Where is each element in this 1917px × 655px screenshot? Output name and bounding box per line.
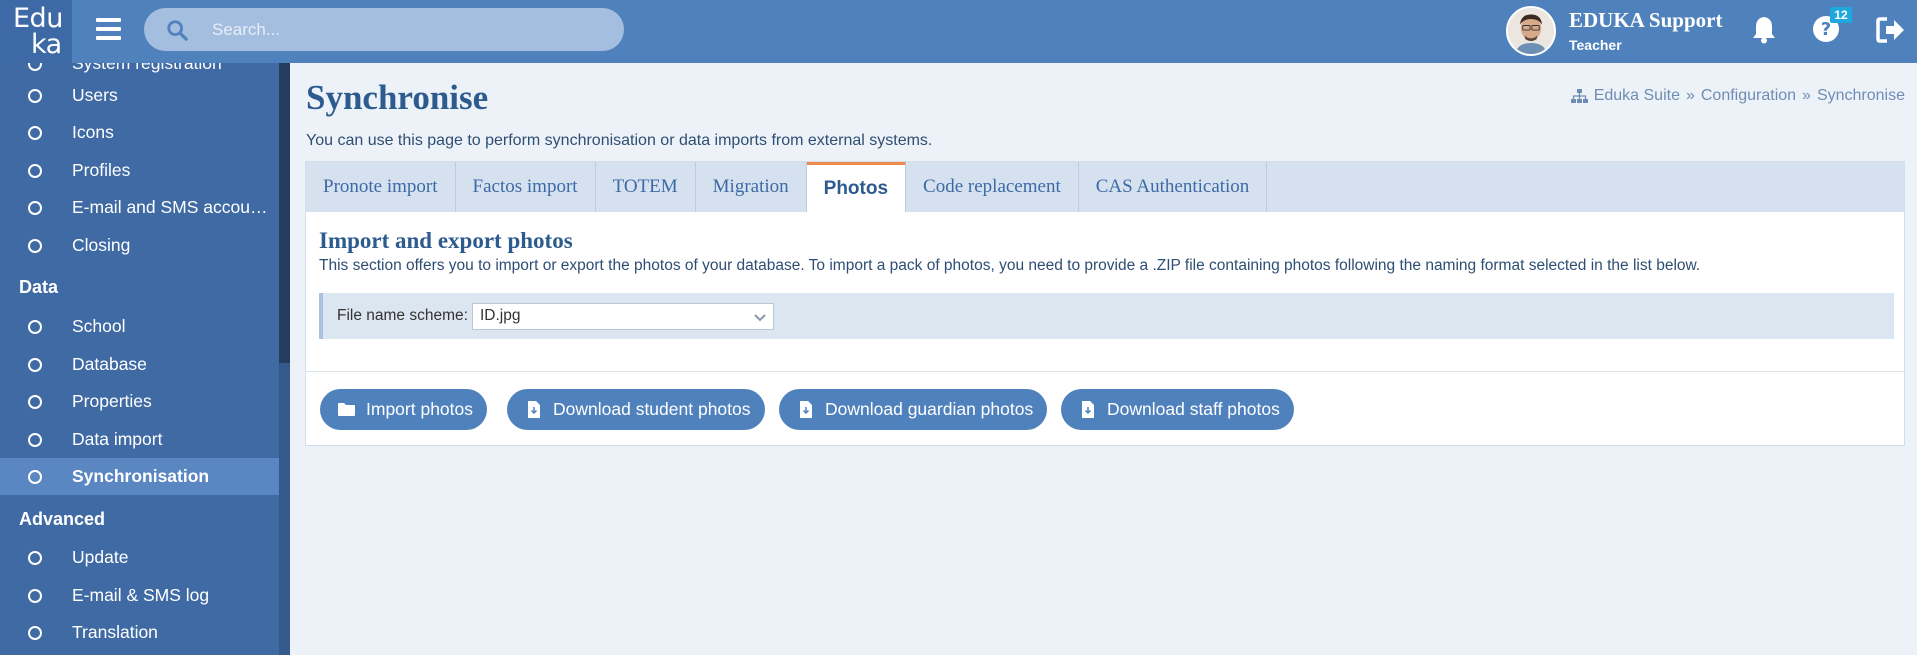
- search-box: [144, 8, 624, 51]
- page-subtitle: You can use this page to perform synchro…: [306, 132, 933, 149]
- file-name-scheme-row: File name scheme: ID.jpg: [319, 293, 1894, 339]
- tab-totem[interactable]: TOTEM: [596, 162, 696, 212]
- eduka-logo[interactable]: Edu ka: [0, 0, 72, 63]
- tab-pronote-import[interactable]: Pronote import: [306, 162, 456, 212]
- bell-icon[interactable]: [1750, 14, 1778, 44]
- breadcrumb: Eduka Suite » Configuration » Synchronis…: [1570, 87, 1905, 105]
- circle-icon: [28, 469, 42, 484]
- breadcrumb-link-configuration[interactable]: Configuration: [1701, 87, 1796, 105]
- sidebar-item-label: Closing: [72, 235, 131, 255]
- user-name[interactable]: EDUKA Support: [1569, 8, 1722, 33]
- sidebar-item-label: Database: [72, 354, 147, 374]
- circle-icon: [28, 357, 42, 372]
- breadcrumb-current: Synchronise: [1816, 87, 1905, 104]
- download-student-photos-button[interactable]: Download student photos: [507, 389, 765, 430]
- page-title: Synchronise: [306, 78, 489, 117]
- sitemap-icon: [1570, 88, 1588, 103]
- menu-icon[interactable]: [96, 18, 121, 42]
- circle-icon: [28, 63, 42, 71]
- logo-line-2: ka: [31, 29, 62, 60]
- sidebar-item-label: Update: [72, 547, 129, 567]
- sidebar-item-update[interactable]: Update: [0, 539, 279, 576]
- sidebar-item-label: Synchronisation: [72, 466, 210, 486]
- tab-cas-authentication[interactable]: CAS Authentication: [1079, 162, 1268, 212]
- file-download-icon: [1082, 401, 1094, 418]
- sidebar-item-label: E-mail & SMS log: [72, 585, 210, 605]
- divider: [306, 371, 1904, 372]
- sidebar-item-label: School: [72, 316, 126, 336]
- selected-value: ID.jpg: [479, 307, 521, 324]
- tab-factos-import[interactable]: Factos import: [456, 162, 596, 212]
- sidebar-item-school[interactable]: School: [0, 308, 279, 345]
- sidebar-item-email-sms-accounts[interactable]: E-mail and SMS accounts: [0, 189, 279, 226]
- breadcrumb-separator: »: [1802, 87, 1811, 104]
- circle-icon: [28, 550, 42, 565]
- sidebar-header-advanced: Advanced: [19, 509, 106, 529]
- sidebar-item-database[interactable]: Database: [0, 346, 279, 383]
- circle-icon: [28, 319, 42, 334]
- circle-icon: [28, 163, 42, 178]
- circle-icon: [28, 588, 42, 603]
- tab-code-replacement[interactable]: Code replacement: [906, 162, 1079, 212]
- circle-icon: [28, 625, 42, 640]
- sidebar-item-properties[interactable]: Properties: [0, 383, 279, 420]
- section-title: Import and export photos: [319, 228, 573, 253]
- notification-badge: 12: [1830, 7, 1852, 23]
- import-photos-button[interactable]: Import photos: [320, 389, 487, 430]
- top-bar: Edu ka EDUKA Support Teacher ? 12: [0, 0, 1917, 63]
- circle-icon: [28, 200, 42, 215]
- sidebar-item-label: Users: [72, 85, 118, 105]
- breadcrumb-link-suite[interactable]: Eduka Suite: [1594, 87, 1680, 105]
- sidebar-scrollbar[interactable]: [279, 63, 290, 363]
- download-staff-photos-button[interactable]: Download staff photos: [1061, 389, 1294, 430]
- button-label: Import photos: [366, 399, 473, 419]
- section-description: This section offers you to import or exp…: [319, 257, 1701, 274]
- sidebar-item-label: E-mail and SMS accounts: [72, 197, 272, 217]
- circle-icon: [28, 88, 42, 103]
- sidebar-item-label: System registration: [72, 63, 222, 73]
- file-download-icon: [528, 401, 540, 418]
- file-name-scheme-label: File name scheme:: [337, 307, 468, 324]
- search-icon[interactable]: [166, 19, 188, 41]
- chevron-down-icon: [754, 313, 766, 321]
- sidebar-item-profiles[interactable]: Profiles: [0, 152, 279, 189]
- sidebar-header-data: Data: [19, 277, 59, 297]
- breadcrumb-separator: »: [1685, 87, 1695, 104]
- user-role: Teacher: [1569, 37, 1622, 53]
- sidebar-item-email-sms-log[interactable]: E-mail & SMS log: [0, 577, 279, 614]
- sidebar-item-label: Icons: [72, 122, 114, 142]
- circle-icon: [28, 432, 42, 447]
- button-label: Download student photos: [553, 399, 751, 419]
- tab-bar: Pronote import Factos import TOTEM Migra…: [306, 162, 1904, 212]
- file-name-scheme-select[interactable]: ID.jpg: [471, 302, 774, 330]
- tab-migration[interactable]: Migration: [696, 162, 807, 212]
- circle-icon: [28, 125, 42, 140]
- circle-icon: [28, 238, 42, 253]
- tab-photos[interactable]: Photos: [806, 162, 907, 212]
- tab-panel: Pronote import Factos import TOTEM Migra…: [305, 161, 1905, 446]
- sidebar-item-users[interactable]: Users: [0, 77, 279, 114]
- button-label: Download staff photos: [1107, 399, 1280, 419]
- avatar[interactable]: [1506, 6, 1556, 56]
- sidebar-item-synchronisation[interactable]: Synchronisation: [0, 458, 279, 495]
- sidebar-item-icons[interactable]: Icons: [0, 114, 279, 151]
- sidebar-item-data-import[interactable]: Data import: [0, 421, 279, 458]
- sidebar-item-label: Translation: [72, 622, 158, 642]
- circle-icon: [28, 394, 42, 409]
- logout-icon[interactable]: [1876, 16, 1906, 44]
- sidebar-item-closing[interactable]: Closing: [0, 227, 279, 264]
- sidebar: System registration Users Icons Profiles…: [0, 63, 290, 655]
- file-download-icon: [800, 401, 812, 418]
- folder-icon: [338, 403, 355, 416]
- button-label: Download guardian photos: [825, 399, 1034, 419]
- sidebar-item-translation[interactable]: Translation: [0, 614, 279, 651]
- download-guardian-photos-button[interactable]: Download guardian photos: [779, 389, 1048, 430]
- sidebar-item-label: Data import: [72, 429, 163, 449]
- search-input[interactable]: [212, 8, 602, 51]
- sidebar-item-label: Profiles: [72, 160, 131, 180]
- sidebar-item-label: Properties: [72, 391, 152, 411]
